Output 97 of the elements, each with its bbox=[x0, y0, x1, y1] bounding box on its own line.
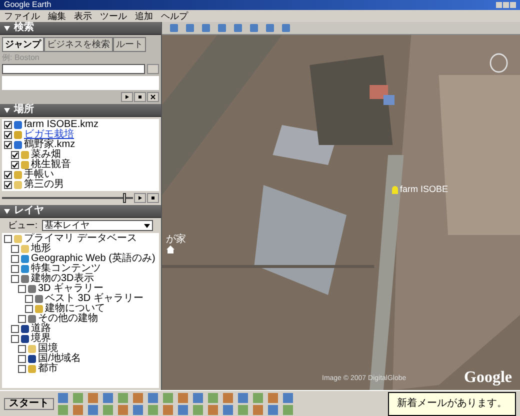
panel-title: 場所 bbox=[14, 105, 34, 115]
tree-label: 3D ギャラリー bbox=[38, 284, 104, 294]
play-icon bbox=[124, 94, 130, 100]
tree-label: 国/地域名 bbox=[38, 354, 81, 364]
checkbox[interactable] bbox=[11, 161, 19, 169]
checkbox[interactable] bbox=[25, 305, 33, 313]
notification-balloon: 新着メールがあります。 bbox=[388, 392, 516, 416]
checkbox[interactable] bbox=[4, 141, 12, 149]
play-button[interactable] bbox=[134, 193, 146, 203]
tree-item[interactable]: 鶴野家.kmz bbox=[4, 140, 157, 150]
window-title: Google Earth bbox=[4, 1, 52, 9]
checkbox[interactable] bbox=[18, 365, 26, 373]
tree-item[interactable]: 建物の3D表示 bbox=[11, 274, 157, 284]
menu-item[interactable]: ファイル bbox=[4, 12, 40, 20]
tree-item[interactable]: 菜み畑 bbox=[11, 150, 157, 160]
tree-label: 地形 bbox=[31, 244, 51, 254]
panel-header[interactable]: レイヤ bbox=[0, 205, 161, 218]
tree-label: 特集コンテンツ bbox=[31, 264, 101, 274]
checkbox[interactable] bbox=[25, 295, 33, 303]
menu-item[interactable]: 追加 bbox=[135, 12, 153, 20]
checkbox[interactable] bbox=[18, 285, 26, 293]
search-input-field[interactable] bbox=[2, 64, 145, 74]
panel-header[interactable]: 場所 bbox=[0, 104, 161, 117]
dropdown-caret-icon[interactable] bbox=[144, 224, 150, 228]
google-logo: Google bbox=[464, 370, 512, 386]
tree-label: 境界 bbox=[31, 334, 51, 344]
checkbox[interactable] bbox=[11, 325, 19, 333]
checkbox[interactable] bbox=[4, 131, 12, 139]
tree-label: その他の建物 bbox=[38, 314, 98, 324]
tree-item[interactable]: 第三の男 bbox=[4, 180, 157, 190]
stop-button[interactable] bbox=[134, 92, 146, 102]
dropdown-value: 基本レイヤ bbox=[44, 221, 90, 230]
tree-item[interactable]: 都市 bbox=[18, 364, 157, 374]
checkbox[interactable] bbox=[11, 151, 19, 159]
search-tab[interactable]: ジャンプ bbox=[2, 37, 44, 52]
tree-item[interactable]: 手帳い bbox=[4, 170, 157, 180]
tree-label: 道路 bbox=[31, 324, 51, 334]
panel-header[interactable]: 検索 bbox=[0, 22, 161, 35]
house-icon[interactable] bbox=[166, 245, 175, 254]
tree-item[interactable]: 特集コンテンツ bbox=[11, 264, 157, 274]
tree-label: 第三の男 bbox=[24, 180, 64, 190]
collapse-triangle-icon[interactable] bbox=[4, 108, 10, 112]
view-dropdown[interactable]: 基本レイヤ bbox=[42, 220, 153, 231]
checkbox[interactable] bbox=[11, 255, 19, 263]
view-label: ビュー: bbox=[8, 221, 38, 230]
checkbox[interactable] bbox=[11, 275, 19, 283]
close-button[interactable] bbox=[147, 92, 159, 102]
tree-label: 国境 bbox=[38, 344, 58, 354]
tree-label: farm ISOBE.kmz bbox=[24, 120, 98, 130]
search-tab[interactable]: ルート bbox=[113, 37, 146, 52]
tree-item[interactable]: 国境 bbox=[18, 344, 157, 354]
tree-item[interactable]: 国/地域名 bbox=[18, 354, 157, 364]
tree-item[interactable]: 3D ギャラリー bbox=[18, 284, 157, 294]
slider-thumb[interactable] bbox=[123, 193, 126, 203]
checkbox[interactable] bbox=[4, 171, 12, 179]
tree-item[interactable]: 建物について bbox=[25, 304, 157, 314]
checkbox[interactable] bbox=[4, 181, 12, 189]
checkbox[interactable] bbox=[18, 355, 26, 363]
play-button[interactable] bbox=[121, 92, 133, 102]
stop-icon bbox=[150, 195, 156, 201]
tree-item[interactable]: その他の建物 bbox=[18, 314, 157, 324]
tree-item[interactable]: ベスト 3D ギャラリー bbox=[25, 294, 157, 304]
menu-item[interactable]: ツール bbox=[100, 12, 127, 20]
search-tab[interactable]: ビジネスを検索 bbox=[44, 37, 113, 52]
checkbox[interactable] bbox=[18, 315, 26, 323]
play-icon bbox=[137, 195, 143, 201]
tree-label: 桃生観音 bbox=[31, 160, 71, 170]
panel-title: レイヤ bbox=[14, 206, 44, 216]
menu-item[interactable]: 編集 bbox=[48, 12, 66, 20]
tree-label: 都市 bbox=[38, 364, 58, 374]
checkbox[interactable] bbox=[11, 245, 19, 253]
tree-label: 建物について bbox=[45, 304, 105, 314]
placemark-label[interactable]: farm ISOBE bbox=[400, 185, 448, 194]
start-button[interactable]: スタート bbox=[4, 398, 54, 410]
placemark-label[interactable]: が家 bbox=[166, 235, 186, 245]
checkbox[interactable] bbox=[4, 235, 12, 243]
tree-label: 手帳い bbox=[24, 170, 54, 180]
tree-item[interactable]: 地形 bbox=[11, 244, 157, 254]
collapse-triangle-icon[interactable] bbox=[4, 208, 10, 214]
stop-icon bbox=[137, 94, 143, 100]
checkbox[interactable] bbox=[4, 121, 12, 129]
tree-label: 鶴野家.kmz bbox=[24, 140, 76, 150]
tree-item[interactable]: ビガモ栽培 bbox=[4, 130, 157, 140]
menu-item[interactable]: ヘルプ bbox=[161, 12, 188, 20]
tree-item[interactable]: 境界 bbox=[11, 334, 157, 344]
checkbox[interactable] bbox=[11, 335, 19, 343]
tree-label: ベスト 3D ギャラリー bbox=[45, 294, 144, 304]
tree-item[interactable]: 道路 bbox=[11, 324, 157, 334]
tree-label: ビガモ栽培 bbox=[24, 130, 74, 140]
tree-item[interactable]: 桃生観音 bbox=[11, 160, 157, 170]
tree-label: 建物の3D表示 bbox=[31, 274, 94, 284]
menu-item[interactable]: 表示 bbox=[74, 12, 92, 20]
checkbox[interactable] bbox=[18, 345, 26, 353]
tree-label: 菜み畑 bbox=[31, 150, 61, 160]
tree-item[interactable]: farm ISOBE.kmz bbox=[4, 120, 157, 130]
checkbox[interactable] bbox=[11, 265, 19, 273]
stop-button[interactable] bbox=[147, 193, 159, 203]
